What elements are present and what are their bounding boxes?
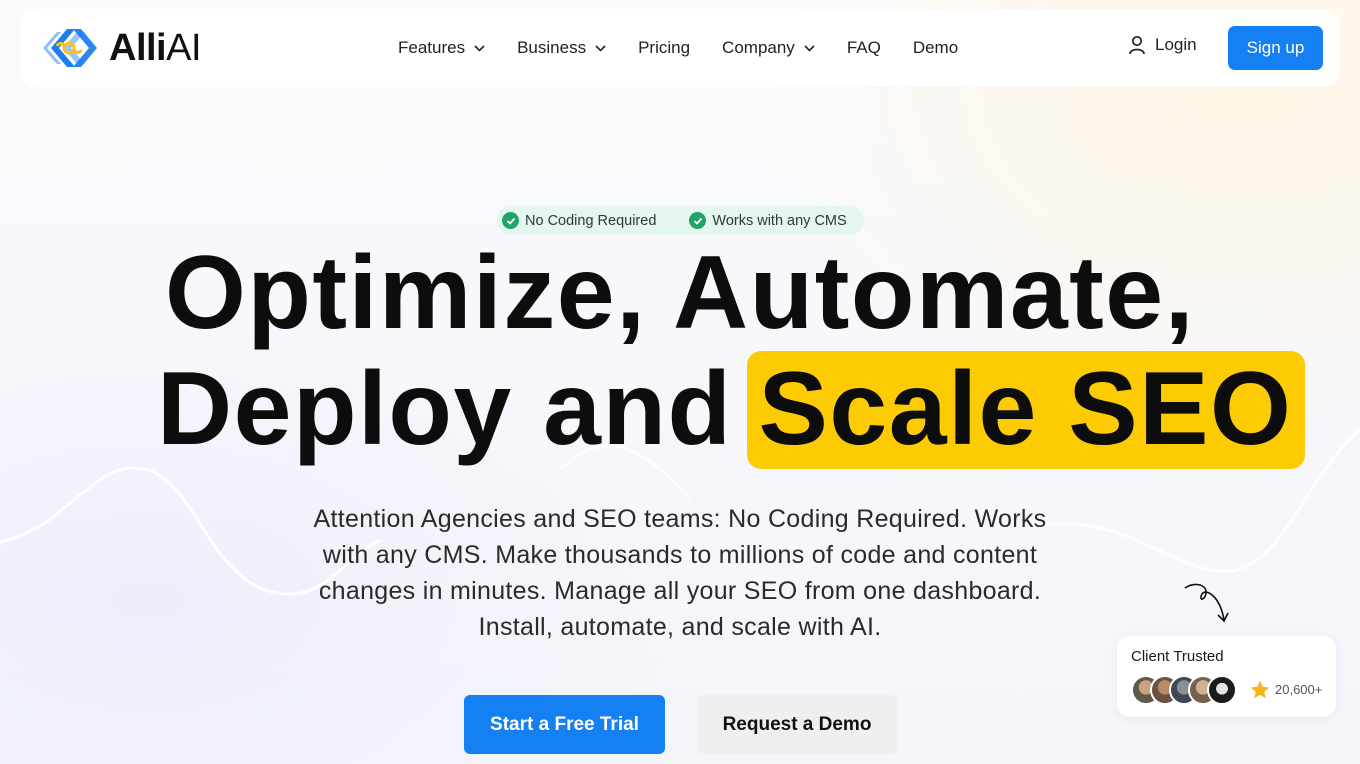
client-avatars xyxy=(1131,675,1237,705)
badge-any-cms: Works with any CMS xyxy=(689,212,847,229)
nav-item-company[interactable]: Company xyxy=(722,38,815,58)
description-line: with any CMS. Make thousands to millions… xyxy=(322,541,1038,569)
headline-line-2: Deploy and Scale SEO xyxy=(157,351,1306,469)
trust-title: Client Trusted xyxy=(1131,648,1224,665)
request-demo-button[interactable]: Request a Demo xyxy=(697,695,897,754)
alli-logo-icon xyxy=(43,29,97,67)
hero-description: Attention Agencies and SEO teams: No Cod… xyxy=(300,501,1060,645)
star-icon xyxy=(1250,680,1270,699)
chevron-down-icon xyxy=(595,44,606,52)
chevron-down-icon xyxy=(474,44,485,52)
main-menu: Features Business Pricing Company FAQ De… xyxy=(398,9,990,87)
badge-label: Works with any CMS xyxy=(712,212,847,229)
headline-text: Deploy and xyxy=(157,351,733,467)
nav-item-label: Pricing xyxy=(638,38,691,57)
nav-item-label: Demo xyxy=(912,38,959,57)
badge-label: No Coding Required xyxy=(525,212,657,229)
client-count: 20,600+ xyxy=(1275,682,1323,697)
nav-item-pricing[interactable]: Pricing xyxy=(638,38,690,58)
brand-logo[interactable]: AlliAI xyxy=(37,21,222,75)
login-label: Login xyxy=(1155,35,1197,54)
headline-line-1: Optimize, Automate, xyxy=(164,235,1196,351)
avatar xyxy=(1207,675,1237,705)
description-line: Attention Agencies and SEO teams: No Cod… xyxy=(313,505,1047,533)
start-free-trial-button[interactable]: Start a Free Trial xyxy=(464,695,665,754)
user-icon xyxy=(1129,35,1145,55)
feature-badges: No Coding Required Works with any CMS xyxy=(497,206,864,235)
brand-name: AlliAI xyxy=(109,27,202,69)
login-link[interactable]: Login xyxy=(1128,35,1197,55)
check-circle-icon xyxy=(689,212,707,229)
client-trusted-card: Client Trusted 20,600+ xyxy=(1117,636,1336,717)
top-navigation: AlliAI Features Business Pricing Company… xyxy=(20,9,1340,87)
nav-item-demo[interactable]: Demo xyxy=(913,38,958,58)
nav-item-label: Features xyxy=(398,38,466,57)
description-line: Install, automate, and scale with AI. xyxy=(478,613,882,641)
nav-item-business[interactable]: Business xyxy=(517,38,606,58)
headline-highlight: Scale SEO xyxy=(746,351,1306,469)
badge-no-coding: No Coding Required xyxy=(502,212,656,229)
description-line: changes in minutes. Manage all your SEO … xyxy=(318,577,1042,605)
curly-arrow-icon xyxy=(1184,583,1229,623)
signup-button[interactable]: Sign up xyxy=(1228,26,1323,70)
nav-item-label: FAQ xyxy=(846,38,881,57)
check-circle-icon xyxy=(502,212,519,229)
nav-item-features[interactable]: Features xyxy=(398,38,485,58)
nav-item-faq[interactable]: FAQ xyxy=(847,38,881,58)
nav-item-label: Company xyxy=(722,38,795,57)
chevron-down-icon xyxy=(804,44,815,52)
nav-item-label: Business xyxy=(517,38,587,57)
